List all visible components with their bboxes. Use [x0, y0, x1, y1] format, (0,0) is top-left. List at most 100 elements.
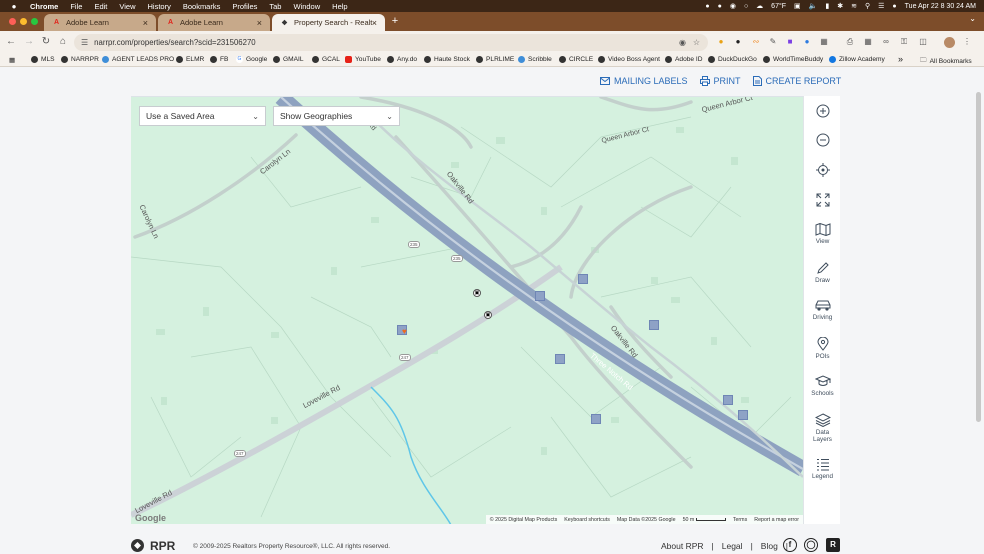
- map-scale[interactable]: 50 m: [683, 517, 726, 523]
- menu-bookmarks[interactable]: Bookmarks: [183, 2, 221, 11]
- bookmark-anydo[interactable]: Any.do: [387, 56, 417, 63]
- bookmark-zillow-academy[interactable]: Zillow Academy: [829, 56, 885, 63]
- heart-favorite-icon[interactable]: ♥: [402, 327, 407, 336]
- volume-icon[interactable]: 🔈: [809, 2, 818, 10]
- pois-button[interactable]: POIs: [804, 337, 841, 360]
- battery-icon[interactable]: ▮: [825, 2, 829, 10]
- bookmark-circle[interactable]: CIRCLE: [559, 56, 593, 63]
- schools-button[interactable]: Schools: [804, 375, 841, 397]
- extension-icon[interactable]: ✎: [768, 37, 778, 47]
- apple-icon[interactable]: ●: [9, 2, 19, 11]
- menu-file[interactable]: File: [70, 2, 82, 11]
- draw-button[interactable]: Draw: [804, 261, 841, 284]
- extension-icon[interactable]: ∾: [751, 37, 761, 47]
- blog-link[interactable]: Blog: [761, 541, 778, 551]
- maximize-window-button[interactable]: [31, 18, 38, 25]
- property-marker[interactable]: [535, 291, 545, 301]
- link-icon[interactable]: ∞: [881, 37, 891, 47]
- extension-icon[interactable]: ●: [802, 37, 812, 47]
- trash-icon[interactable]: ◫: [918, 37, 928, 47]
- bookmark-adobe-id[interactable]: Adobe ID: [665, 56, 703, 63]
- status-icon[interactable]: ◉: [730, 2, 736, 10]
- back-button[interactable]: ←: [5, 36, 17, 48]
- menu-app-name[interactable]: Chrome: [30, 2, 58, 11]
- new-tab-button[interactable]: +: [389, 15, 401, 27]
- menu-help[interactable]: Help: [332, 2, 347, 11]
- siri-icon[interactable]: ●: [892, 3, 896, 10]
- bookmark-star-icon[interactable]: ☆: [693, 38, 700, 47]
- property-marker[interactable]: [723, 395, 733, 405]
- zoom-in-button[interactable]: [804, 104, 841, 120]
- fullscreen-button[interactable]: [804, 193, 841, 209]
- bookmark-elmr[interactable]: ELMR: [176, 56, 204, 63]
- driving-button[interactable]: Driving: [804, 299, 841, 321]
- bookmark-agent-leads[interactable]: AGENT LEADS PRO: [102, 56, 174, 63]
- bookmark-video-boss[interactable]: Video Boss Agent: [598, 56, 660, 63]
- menu-profiles[interactable]: Profiles: [232, 2, 257, 11]
- tab-adobe-learn-1[interactable]: A Adobe Learn ×: [44, 14, 156, 31]
- status-icon[interactable]: ○: [744, 3, 748, 10]
- property-marker[interactable]: [738, 410, 748, 420]
- clock[interactable]: Tue Apr 22 8 30 24 AM: [905, 3, 976, 10]
- view-button[interactable]: View: [804, 223, 841, 245]
- menu-tab[interactable]: Tab: [269, 2, 281, 11]
- extension-icon[interactable]: ■: [785, 37, 795, 47]
- legal-link[interactable]: Legal: [722, 541, 743, 551]
- tab-property-search[interactable]: ❖ Property Search - Realtors P ×: [272, 14, 385, 31]
- facebook-icon[interactable]: f: [783, 538, 797, 552]
- keyboard-shortcuts-link[interactable]: Keyboard shortcuts: [564, 517, 610, 523]
- bookmark-narrpr[interactable]: NARRPR: [61, 56, 99, 63]
- about-rpr-link[interactable]: About RPR: [661, 541, 704, 551]
- mailing-labels-button[interactable]: MAILING LABELS: [600, 76, 688, 86]
- legend-button[interactable]: Legend: [804, 458, 841, 480]
- property-marker[interactable]: [649, 320, 659, 330]
- site-info-icon[interactable]: ☰: [81, 38, 88, 47]
- property-marker[interactable]: [591, 414, 601, 424]
- bookmark-mls[interactable]: MLS: [31, 56, 55, 63]
- saved-area-dropdown[interactable]: Use a Saved Area ⌄: [139, 106, 266, 126]
- rpr-logo[interactable]: RPR: [130, 538, 175, 553]
- menu-history[interactable]: History: [148, 2, 171, 11]
- bus-stop-icon[interactable]: ▣: [484, 311, 492, 319]
- menu-window[interactable]: Window: [293, 2, 320, 11]
- instagram-icon[interactable]: ◯: [804, 538, 818, 552]
- weather-temperature[interactable]: 67°F: [771, 3, 786, 10]
- property-marker[interactable]: [578, 274, 588, 284]
- bookmarks-overflow-icon[interactable]: »: [898, 54, 903, 64]
- url-text[interactable]: narrpr.com/properties/search?scid=231506…: [94, 38, 255, 47]
- menu-edit[interactable]: Edit: [94, 2, 107, 11]
- bookmark-haute-stock[interactable]: Haute Stock: [424, 56, 470, 63]
- close-tab-icon[interactable]: ×: [372, 18, 377, 28]
- apps-grid-icon[interactable]: ▦: [9, 56, 15, 64]
- close-tab-icon[interactable]: ×: [257, 18, 262, 28]
- realtor-r-icon[interactable]: R: [826, 538, 840, 552]
- bookmark-scribble[interactable]: Scribble: [518, 56, 552, 63]
- locate-button[interactable]: [804, 163, 841, 179]
- home-button[interactable]: ⌂: [57, 36, 69, 48]
- key-icon[interactable]: ⚿: [899, 37, 909, 47]
- status-icon[interactable]: ●: [705, 3, 709, 10]
- extensions-puzzle-icon[interactable]: ▦: [819, 37, 829, 47]
- tab-adobe-learn-2[interactable]: A Adobe Learn ×: [158, 14, 270, 31]
- minimize-window-button[interactable]: [20, 18, 27, 25]
- status-icon[interactable]: ●: [718, 3, 722, 10]
- geographies-dropdown[interactable]: Show Geographies ⌄: [273, 106, 400, 126]
- print-button[interactable]: PRINT: [699, 76, 741, 86]
- extension-icon[interactable]: ●: [733, 37, 743, 47]
- map-canvas[interactable]: Queen Arbor Ct Queen Arbor Ct Carolyn Ln…: [131, 96, 803, 524]
- page-scrollbar[interactable]: [976, 92, 981, 422]
- address-bar[interactable]: ☰ narrpr.com/properties/search?scid=2315…: [74, 34, 708, 51]
- tab-search-chevron-icon[interactable]: ⌄: [969, 14, 976, 23]
- screen-icon[interactable]: ▣: [794, 2, 801, 10]
- bookmark-gmail[interactable]: GMAIL: [273, 56, 304, 63]
- print-icon[interactable]: ⎙: [845, 37, 855, 47]
- bookmark-worldtimebuddy[interactable]: WorldTimeBuddy: [763, 56, 823, 63]
- data-layers-button[interactable]: Data Layers: [804, 413, 841, 443]
- zoom-out-button[interactable]: [804, 133, 841, 149]
- menu-view[interactable]: View: [119, 2, 135, 11]
- bus-stop-icon[interactable]: ▣: [473, 289, 481, 297]
- reload-button[interactable]: ↻: [40, 36, 52, 48]
- create-report-button[interactable]: CREATE REPORT: [752, 76, 841, 86]
- search-icon[interactable]: ⚲: [865, 2, 870, 10]
- bookmark-youtube[interactable]: YouTube: [345, 56, 381, 63]
